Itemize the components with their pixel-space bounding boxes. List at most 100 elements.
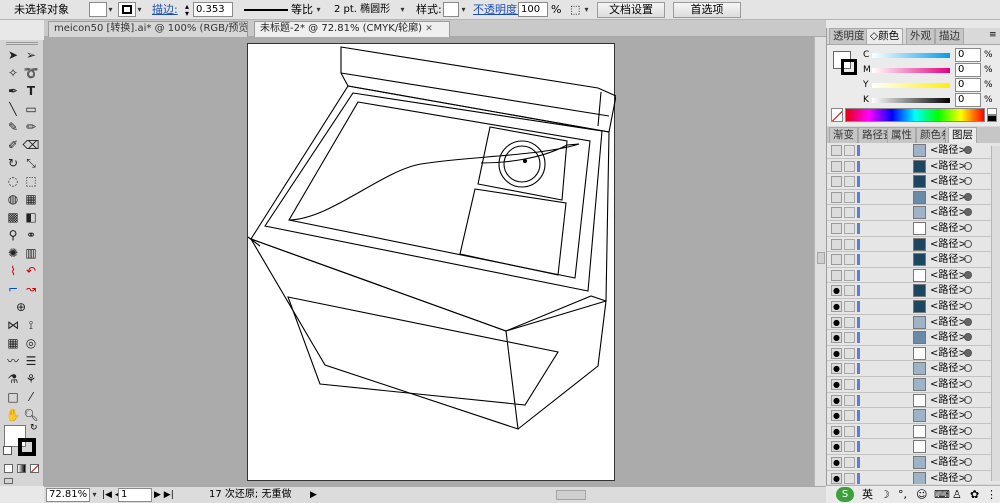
target-icon[interactable] bbox=[964, 239, 972, 248]
selection-tool-icon[interactable]: ➤ bbox=[4, 46, 22, 64]
status-menu-icon[interactable]: ▶ bbox=[310, 488, 317, 502]
layer-row[interactable]: ● <路径> bbox=[827, 377, 1000, 393]
tab-appearance[interactable]: 外观 bbox=[906, 28, 935, 44]
scrollbar-thumb[interactable] bbox=[817, 252, 825, 264]
close-icon[interactable]: ✕ bbox=[425, 24, 433, 34]
eye-icon[interactable]: ● bbox=[831, 425, 842, 437]
moon-icon[interactable]: ☽ bbox=[880, 487, 890, 502]
eye-icon[interactable]: ● bbox=[831, 441, 842, 453]
lock-toggle-icon[interactable] bbox=[844, 238, 855, 250]
tab-attributes[interactable]: 属性 bbox=[887, 127, 916, 143]
crop-tool-icon[interactable]: □ bbox=[4, 388, 22, 406]
blend-tool-icon[interactable]: ⚭ bbox=[22, 226, 40, 244]
stroke-profile-label[interactable]: 等比 bbox=[291, 1, 313, 19]
gradient-tool-icon[interactable]: ◧ bbox=[22, 208, 40, 226]
slice-tool-icon[interactable]: ⟟ bbox=[22, 316, 40, 334]
lock-toggle-icon[interactable] bbox=[844, 176, 855, 188]
lock-toggle-icon[interactable] bbox=[844, 316, 855, 328]
person-icon[interactable]: ♙ bbox=[952, 487, 962, 502]
eye-icon[interactable]: ● bbox=[831, 347, 842, 359]
layer-row[interactable]: <路径> bbox=[827, 268, 1000, 284]
layer-name[interactable]: <路径> bbox=[930, 175, 967, 188]
lock-toggle-icon[interactable] bbox=[844, 145, 855, 156]
layer-name[interactable]: <路径> bbox=[930, 456, 967, 469]
opacity-label[interactable]: 不透明度: bbox=[473, 1, 521, 19]
magenta-value[interactable]: 0 bbox=[955, 63, 981, 77]
eye-icon[interactable]: ● bbox=[831, 394, 842, 406]
none-swatch[interactable] bbox=[831, 108, 843, 122]
layer-row[interactable]: ● <路径> bbox=[827, 330, 1000, 346]
layer-row[interactable]: ● <路径> bbox=[827, 393, 1000, 409]
target-icon[interactable] bbox=[964, 161, 972, 170]
yellow-value[interactable]: 0 bbox=[955, 78, 981, 92]
wrinkle-tool-icon[interactable]: 〰 bbox=[4, 352, 22, 370]
screen-mode-icon[interactable] bbox=[4, 478, 13, 484]
symbol-sprayer-icon[interactable]: ✺ bbox=[4, 244, 22, 262]
style-dropdown-icon[interactable]: ▾ bbox=[459, 3, 468, 17]
target-icon[interactable] bbox=[964, 333, 972, 342]
panel-grip[interactable] bbox=[6, 42, 38, 45]
zoom-dropdown-icon[interactable]: ▾ bbox=[90, 488, 99, 502]
recolor-dropdown-icon[interactable]: ▾ bbox=[582, 3, 591, 17]
layer-name[interactable]: <路径> bbox=[930, 409, 967, 422]
yellow-slider[interactable] bbox=[872, 83, 950, 88]
tab-color-guide[interactable]: 颜色参 bbox=[916, 127, 946, 143]
lock-toggle-icon[interactable] bbox=[844, 223, 855, 234]
color-spectrum[interactable] bbox=[845, 108, 985, 122]
shape-builder-icon[interactable]: ◍ bbox=[4, 190, 22, 208]
knife-tool-icon[interactable]: ⁄ bbox=[22, 388, 40, 406]
zoom-field[interactable]: 72.81% bbox=[46, 488, 90, 502]
layer-name[interactable]: <路径> bbox=[930, 253, 967, 266]
live-paint-select-icon[interactable]: ⚘ bbox=[22, 370, 40, 388]
target-icon[interactable] bbox=[964, 270, 972, 279]
lock-toggle-icon[interactable] bbox=[844, 207, 855, 219]
live-paint-icon[interactable]: ⚗ bbox=[4, 370, 22, 388]
layer-row[interactable]: <路径> bbox=[827, 174, 1000, 190]
target-icon[interactable] bbox=[964, 426, 972, 435]
layer-name[interactable]: <路径> bbox=[930, 160, 967, 173]
eye-icon[interactable]: ● bbox=[831, 410, 842, 422]
layer-row[interactable]: ● <路径> bbox=[827, 439, 1000, 455]
layer-name[interactable]: <路径> bbox=[930, 394, 967, 407]
line-tool-icon[interactable]: ╲ bbox=[4, 100, 22, 118]
color-mode-icon[interactable] bbox=[4, 464, 13, 473]
sogou-logo-icon[interactable]: S bbox=[836, 487, 854, 502]
layer-row[interactable]: <路径> bbox=[827, 159, 1000, 175]
lock-toggle-icon[interactable] bbox=[844, 441, 855, 453]
width-tool-icon[interactable]: ⌇ bbox=[4, 262, 22, 280]
lock-toggle-icon[interactable] bbox=[844, 347, 855, 359]
artboard-tool-icon[interactable]: ⋈ bbox=[4, 316, 22, 334]
eye-icon[interactable] bbox=[831, 254, 842, 266]
ime-lang[interactable]: 英 bbox=[862, 487, 873, 502]
black-slider[interactable] bbox=[872, 98, 950, 103]
layer-row[interactable]: ● <路径> bbox=[827, 471, 1000, 484]
direct-selection-icon[interactable]: ➢ bbox=[22, 46, 40, 64]
eye-icon[interactable] bbox=[831, 191, 842, 203]
rotate-tool-icon[interactable]: ↻ bbox=[4, 154, 22, 172]
layer-row[interactable]: <路径> bbox=[827, 205, 1000, 221]
white-swatch[interactable] bbox=[987, 108, 997, 115]
layer-row[interactable]: <路径> bbox=[827, 143, 1000, 159]
layer-row[interactable]: ● <路径> bbox=[827, 346, 1000, 362]
layer-row[interactable]: ● <路径> bbox=[827, 424, 1000, 440]
fill-dropdown-icon[interactable]: ▾ bbox=[106, 3, 115, 17]
lock-toggle-icon[interactable] bbox=[844, 332, 855, 344]
rectangle-tool-icon[interactable]: ▭ bbox=[22, 100, 40, 118]
layer-name[interactable]: <路径> bbox=[930, 284, 967, 297]
page-field[interactable]: 1 bbox=[118, 488, 152, 502]
default-colors-icon[interactable] bbox=[3, 446, 12, 455]
lock-toggle-icon[interactable] bbox=[844, 457, 855, 468]
eraser-icon[interactable]: ⌫ bbox=[22, 136, 40, 154]
stroke-label[interactable]: 描边: bbox=[152, 1, 178, 19]
eye-icon[interactable]: ● bbox=[831, 316, 842, 328]
layer-row[interactable]: ● <路径> bbox=[827, 283, 1000, 299]
target-icon[interactable] bbox=[964, 286, 972, 295]
swap-colors-icon[interactable]: ↻ bbox=[30, 423, 38, 433]
warp-tool-icon[interactable]: ◌ bbox=[4, 172, 22, 190]
layer-name[interactable]: <路径> bbox=[930, 191, 967, 204]
curvature-icon[interactable]: ↝ bbox=[22, 280, 40, 298]
target-icon[interactable] bbox=[964, 473, 972, 482]
lock-toggle-icon[interactable] bbox=[844, 379, 855, 390]
keyboard-icon[interactable]: ⌨ bbox=[934, 487, 950, 502]
layer-name[interactable]: <路径> bbox=[930, 238, 967, 251]
